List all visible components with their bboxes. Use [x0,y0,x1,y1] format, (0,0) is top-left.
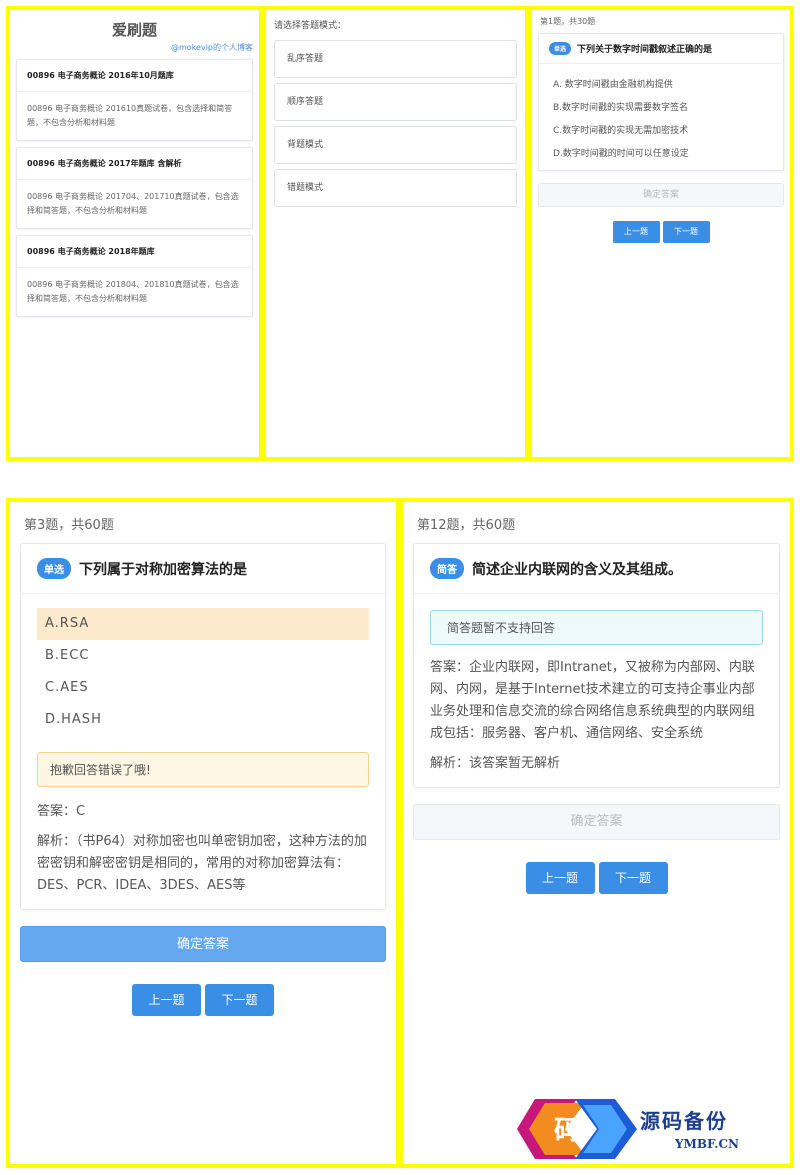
next-button[interactable]: 下一题 [662,221,710,243]
question-title: 简答 简述企业内联网的含义及其组成。 [414,544,779,594]
question-screen-small: 第1题，共30题 单选 下列关于数字时间戳叙述正确的是 A. 数字时间戳由金融机… [528,6,794,461]
option-c[interactable]: C.数字时间戳的实现无需加密技术 [539,118,783,141]
question-title: 单选 下列属于对称加密算法的是 [21,544,385,594]
watermark-url: YMBF.CN [675,1137,740,1151]
bank-desc: 00896 电子商务概论 201610真题试卷，包含选择和简答题，不包含分析和材… [27,104,233,127]
bank-desc: 00896 电子商务概论 201704、201710真题试卷，包含选择和简答题，… [27,192,239,215]
prev-button[interactable]: 上一题 [612,221,660,243]
mode-wrong[interactable]: 错题模式 [274,169,517,207]
mode-memorize[interactable]: 背题模式 [274,126,517,164]
app-title: 爱刷题 [111,21,157,39]
question-card: 单选 下列关于数字时间戳叙述正确的是 A. 数字时间戳由金融机构提供 B.数字时… [538,33,784,171]
option-b[interactable]: B.数字时间戳的实现需要数字签名 [539,95,783,118]
prev-button[interactable]: 上一题 [132,984,201,1016]
wrong-answer-alert: 抱歉回答错误了哦! [37,752,369,787]
analysis-text: 解析：（书P64）对称加密也叫单密钥加密，这种方法的加密密钥和解密密钥是相同的，… [37,834,367,893]
bank-title: 00896 电子商务概论 2018年题库 [17,236,252,268]
option-d[interactable]: D.数字时间戳的时间可以任意设定 [539,141,783,164]
watermark-logo: 码 源码备份 YMBF.CN [515,1093,790,1165]
bank-card[interactable]: 00896 电子商务概论 2018年题库 00896 电子商务概论 201804… [16,235,253,317]
logo-mark-icon: 码 [517,1099,637,1159]
option-c[interactable]: C.AES [37,672,369,704]
question-type-tag: 单选 [549,42,572,55]
answer-text: 答案：企业内联网，即Intranet，又被称为内部网、内联网、内网，是基于Int… [430,660,756,741]
option-a[interactable]: A.RSA [37,608,369,640]
bank-card[interactable]: 00896 电子商务概论 2017年题库 含解析 00896 电子商务概论 20… [16,147,253,229]
question-type-tag: 单选 [37,558,71,579]
bank-title: 00896 电子商务概论 2016年10月题库 [17,60,252,92]
mode-random[interactable]: 乱序答题 [274,40,517,78]
logo-glyph: 码 [554,1116,580,1146]
confirm-button[interactable]: 确定答案 [538,183,784,207]
mode-sequential[interactable]: 顺序答题 [274,83,517,121]
question-title: 单选 下列关于数字时间戳叙述正确的是 [539,34,783,64]
question-text: 简述企业内联网的含义及其组成。 [472,561,682,578]
question-card: 简答 简述企业内联网的含义及其组成。 简答题暂不支持回答 答案：企业内联网，即I… [413,543,780,788]
question-counter: 第1题，共30题 [540,17,596,26]
option-a[interactable]: A. 数字时间戳由金融机构提供 [539,72,783,95]
confirm-button[interactable]: 确定答案 [413,804,780,840]
next-button[interactable]: 下一题 [598,862,668,894]
bank-desc: 00896 电子商务概论 201804、201810真题试卷，包含选择和简答题，… [27,280,239,303]
question-counter: 第12题，共60题 [417,518,516,533]
confirm-button[interactable]: 确定答案 [20,926,386,962]
question-screen-essay: 第12题，共60题 简答 简述企业内联网的含义及其组成。 简答题暂不支持回答 答… [399,498,794,1168]
bank-list-screen: 爱刷题 @mokevip的个人博客 00896 电子商务概论 2016年10月题… [6,6,263,461]
question-screen-choice: 第3题，共60题 单选 下列属于对称加密算法的是 A.RSA B.ECC C.A… [6,498,400,1168]
bank-title: 00896 电子商务概论 2017年题库 含解析 [17,148,252,180]
analysis-text: 解析：该答案暂无解析 [430,756,561,771]
question-type-tag: 简答 [430,558,464,579]
answer-text: 答案：C [37,804,86,819]
mode-select-screen: 请选择答题模式： 乱序答题 顺序答题 背题模式 错题模式 [262,6,529,461]
next-button[interactable]: 下一题 [205,984,274,1016]
mode-prompt: 请选择答题模式： [274,21,347,31]
watermark-title: 源码备份 [640,1109,728,1133]
question-text: 下列属于对称加密算法的是 [79,561,247,578]
question-text: 下列关于数字时间戳叙述正确的是 [577,45,713,55]
question-counter: 第3题，共60题 [24,518,114,533]
option-b[interactable]: B.ECC [37,640,369,672]
unsupported-notice: 简答题暂不支持回答 [430,610,763,645]
option-d[interactable]: D.HASH [37,704,369,736]
bank-card[interactable]: 00896 电子商务概论 2016年10月题库 00896 电子商务概论 201… [16,59,253,141]
blog-link[interactable]: @mokevip的个人博客 [10,42,259,53]
prev-button[interactable]: 上一题 [525,862,595,894]
question-card: 单选 下列属于对称加密算法的是 A.RSA B.ECC C.AES D.HASH… [20,543,386,910]
